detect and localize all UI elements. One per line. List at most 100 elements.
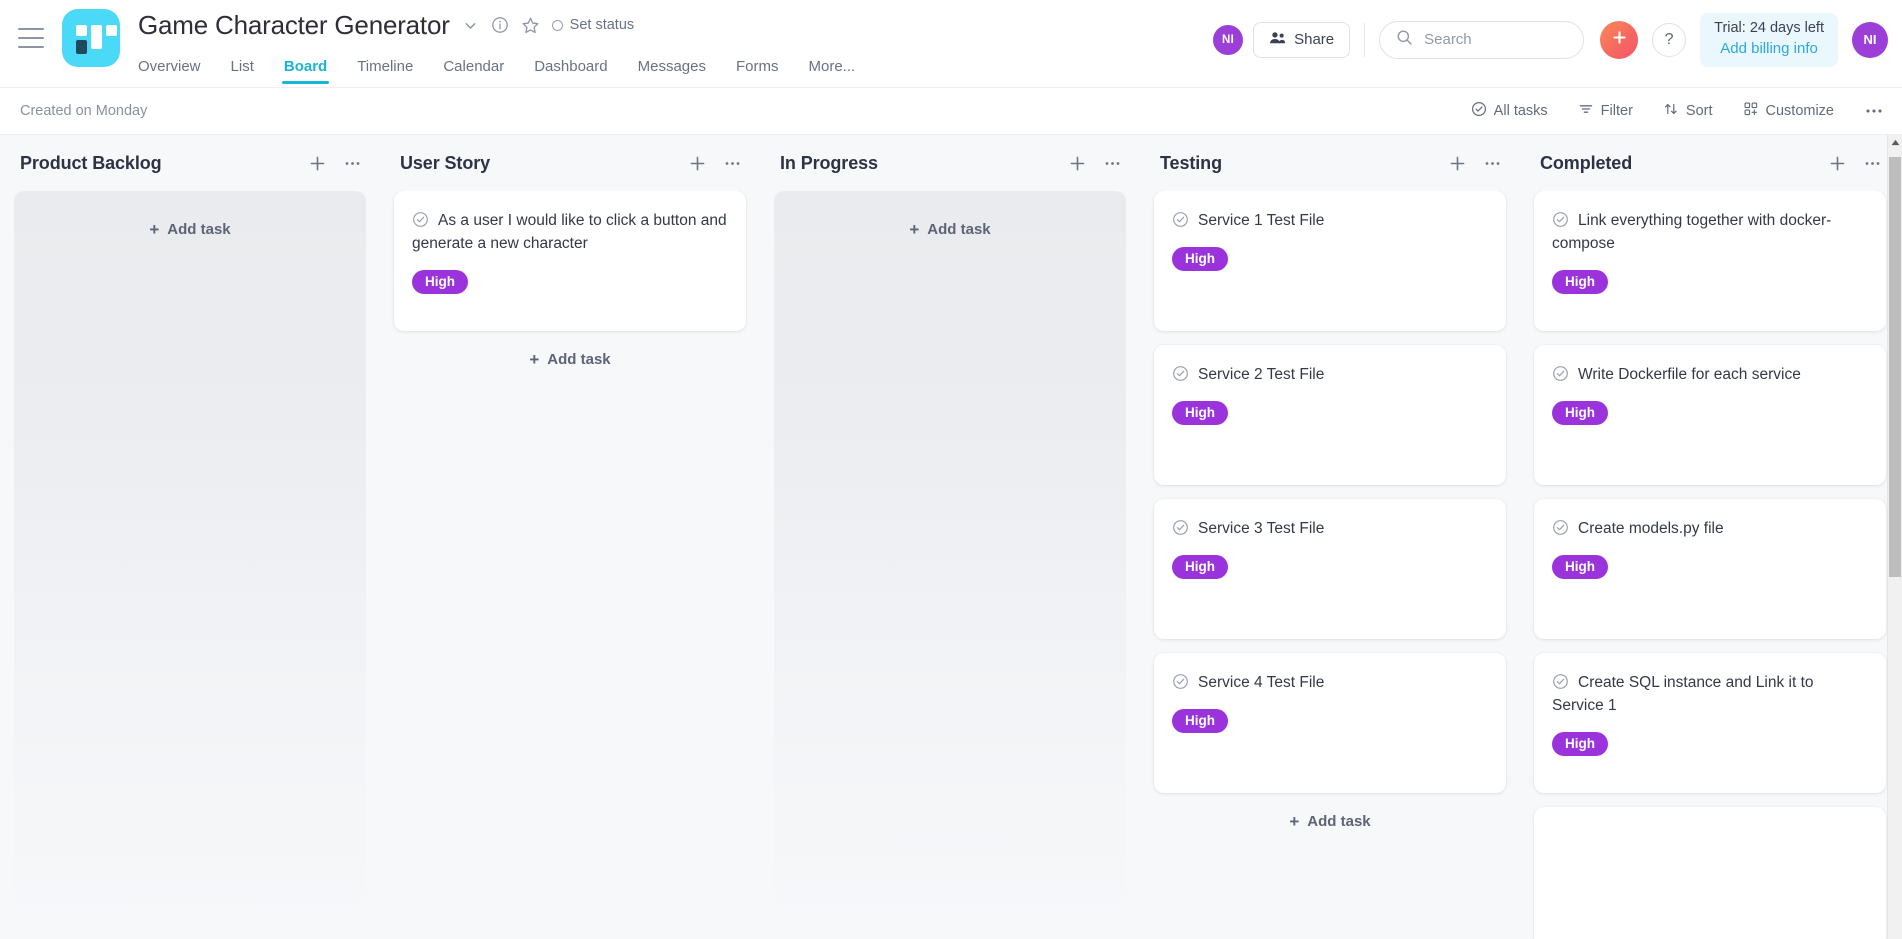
- help-button[interactable]: ?: [1652, 22, 1687, 57]
- tab-board[interactable]: Board: [281, 58, 330, 84]
- task-complete-icon[interactable]: [1552, 519, 1569, 536]
- add-task-button[interactable]: + Add task: [1289, 813, 1370, 830]
- add-task-row: + Add task: [390, 345, 750, 380]
- tab-calendar[interactable]: Calendar: [443, 58, 504, 84]
- board-column-user-story: User Story As a user I would like to cli…: [380, 135, 760, 939]
- share-button[interactable]: Share: [1253, 21, 1351, 58]
- header-divider: [1364, 22, 1366, 57]
- column-header: In Progress: [770, 135, 1130, 191]
- hamburger-icon[interactable]: [18, 28, 44, 48]
- member-avatar[interactable]: NI: [1213, 24, 1244, 55]
- task-card-partial[interactable]: [1534, 807, 1886, 939]
- add-billing-link[interactable]: Add billing info: [1714, 39, 1824, 59]
- sort-button[interactable]: Sort: [1663, 101, 1713, 121]
- empty-dropzone[interactable]: + Add task: [774, 191, 1126, 935]
- board-vertical-scrollbar[interactable]: [1887, 135, 1902, 939]
- title-and-nav: Game Character Generator Set status Over…: [138, 0, 855, 84]
- column-more-icon[interactable]: [1863, 154, 1882, 173]
- filter-button[interactable]: Filter: [1578, 101, 1633, 121]
- task-card-title-wrap: Link everything together with docker-com…: [1552, 210, 1868, 256]
- filter-icon: [1578, 101, 1594, 121]
- search-input[interactable]: Search: [1379, 20, 1585, 59]
- column-add-icon[interactable]: [1068, 154, 1087, 173]
- user-avatar[interactable]: NI: [1852, 21, 1888, 58]
- task-complete-icon[interactable]: [1172, 211, 1189, 228]
- task-complete-icon[interactable]: [1172, 519, 1189, 536]
- task-card-title: Write Dockerfile for each service: [1578, 366, 1801, 383]
- create-button[interactable]: [1600, 20, 1639, 59]
- task-complete-icon[interactable]: [1552, 673, 1569, 690]
- task-card[interactable]: Service 1 Test File High: [1154, 191, 1506, 331]
- column-more-icon[interactable]: [343, 154, 362, 173]
- tab-timeline[interactable]: Timeline: [357, 58, 413, 84]
- priority-badge: High: [1552, 731, 1608, 757]
- column-add-icon[interactable]: [1828, 154, 1847, 173]
- column-more-icon[interactable]: [723, 154, 742, 173]
- column-header: User Story: [390, 135, 750, 191]
- column-body: + Add task: [770, 191, 1130, 939]
- scrollbar-thumb[interactable]: [1889, 157, 1901, 577]
- task-card-title-wrap: Service 4 Test File: [1172, 672, 1488, 695]
- tab-more[interactable]: More...: [808, 58, 855, 84]
- customize-button[interactable]: Customize: [1743, 101, 1834, 121]
- scroll-up-arrow-icon[interactable]: [1888, 135, 1902, 150]
- set-status-label: Set status: [569, 17, 635, 33]
- board-column-product-backlog: Product Backlog + Add task: [0, 135, 380, 939]
- task-complete-icon[interactable]: [1552, 365, 1569, 382]
- tab-messages[interactable]: Messages: [638, 58, 706, 84]
- tab-dashboard[interactable]: Dashboard: [534, 58, 607, 84]
- chevron-down-icon[interactable]: [462, 17, 479, 34]
- column-title: In Progress: [780, 152, 878, 173]
- plus-icon: +: [1289, 812, 1300, 831]
- add-task-button[interactable]: + Add task: [909, 221, 990, 238]
- info-icon[interactable]: [491, 16, 509, 34]
- column-more-icon[interactable]: [1483, 154, 1502, 173]
- column-title: Completed: [1540, 152, 1633, 173]
- task-complete-icon[interactable]: [1172, 673, 1189, 690]
- all-tasks-button[interactable]: All tasks: [1471, 101, 1548, 121]
- task-card-title: Service 4 Test File: [1198, 674, 1325, 691]
- add-task-button[interactable]: + Add task: [529, 351, 610, 368]
- people-icon: [1269, 31, 1286, 49]
- sort-label: Sort: [1685, 103, 1713, 119]
- tab-overview[interactable]: Overview: [138, 58, 201, 84]
- task-complete-icon[interactable]: [412, 211, 429, 228]
- trial-banner: Trial: 24 days left Add billing info: [1700, 13, 1838, 67]
- empty-dropzone[interactable]: + Add task: [14, 191, 366, 935]
- board-canvas: Product Backlog + Add task User Story As…: [0, 135, 1902, 939]
- search-icon: [1396, 29, 1413, 50]
- task-card[interactable]: Service 4 Test File High: [1154, 653, 1506, 793]
- task-card-title-wrap: Service 2 Test File: [1172, 364, 1488, 387]
- task-card[interactable]: Service 2 Test File High: [1154, 345, 1506, 485]
- set-status-button[interactable]: Set status: [551, 17, 635, 33]
- task-card[interactable]: As a user I would like to click a button…: [394, 191, 746, 331]
- task-card[interactable]: Create models.py file High: [1534, 499, 1886, 639]
- column-add-icon[interactable]: [308, 154, 327, 173]
- priority-badge: High: [1172, 400, 1228, 426]
- column-header: Completed: [1530, 135, 1890, 191]
- task-card-title-wrap: Service 1 Test File: [1172, 210, 1488, 233]
- priority-badge: High: [1552, 269, 1608, 295]
- task-card-title-wrap: As a user I would like to click a button…: [412, 210, 728, 256]
- task-card[interactable]: Write Dockerfile for each service High: [1534, 345, 1886, 485]
- share-label: Share: [1294, 31, 1335, 49]
- column-more-icon[interactable]: [1103, 154, 1122, 173]
- column-add-icon[interactable]: [688, 154, 707, 173]
- task-complete-icon[interactable]: [1552, 211, 1569, 228]
- task-card-title: Create SQL instance and Link it to Servi…: [1552, 674, 1814, 714]
- column-actions: [1068, 154, 1122, 173]
- task-card[interactable]: Link everything together with docker-com…: [1534, 191, 1886, 331]
- add-task-button[interactable]: + Add task: [149, 221, 230, 238]
- task-card[interactable]: Service 3 Test File High: [1154, 499, 1506, 639]
- column-header: Product Backlog: [10, 135, 370, 191]
- tab-list[interactable]: List: [231, 58, 254, 84]
- app-logo-icon[interactable]: [62, 9, 120, 67]
- task-complete-icon[interactable]: [1172, 365, 1189, 382]
- toolbar-more-button[interactable]: [1864, 101, 1884, 121]
- column-title: Testing: [1160, 152, 1222, 173]
- task-card[interactable]: Create SQL instance and Link it to Servi…: [1534, 653, 1886, 793]
- column-add-icon[interactable]: [1448, 154, 1467, 173]
- tab-forms[interactable]: Forms: [736, 58, 779, 84]
- star-icon[interactable]: [521, 16, 540, 35]
- search-placeholder: Search: [1424, 31, 1472, 49]
